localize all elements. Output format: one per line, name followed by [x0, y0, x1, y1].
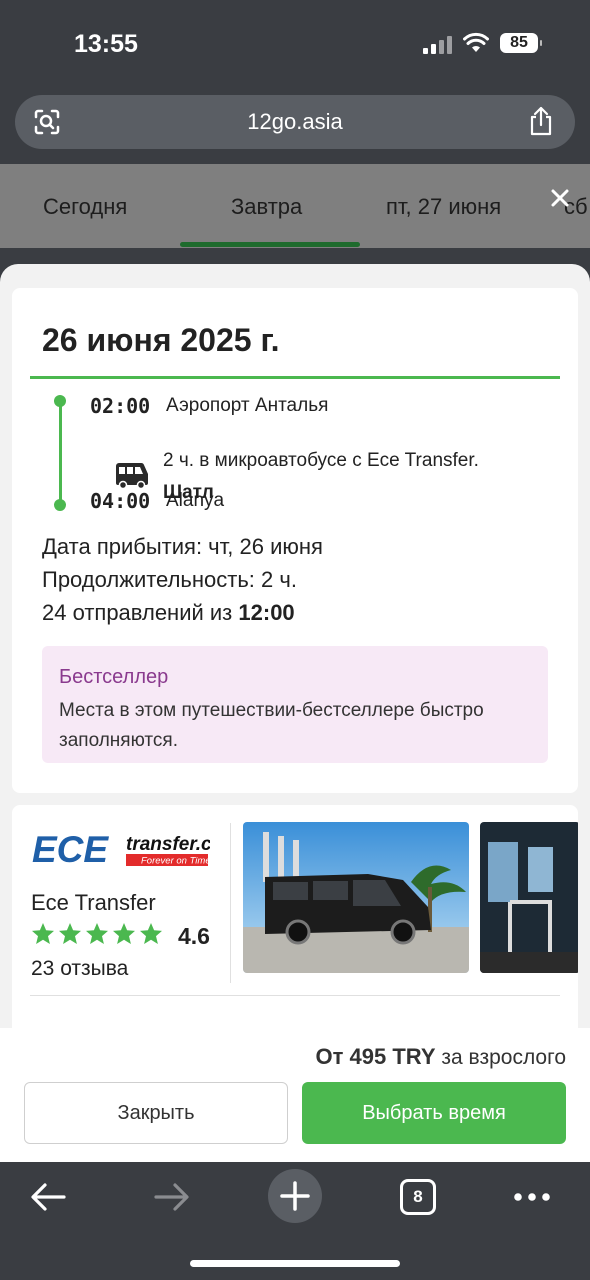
close-button[interactable]: Закрыть [24, 1082, 288, 1144]
close-icon[interactable] [548, 186, 572, 210]
departure-place: Аэропорт Анталья [166, 395, 329, 416]
star-icon [86, 923, 108, 944]
star-icon [59, 923, 81, 944]
duration: Продолжительность: 2 ч. [42, 567, 297, 592]
divider [30, 995, 560, 996]
booking-bar: От 495 TRY за взрослого Закрыть Выбрать … [0, 1028, 590, 1162]
status-bar: 13:55 85 [0, 0, 590, 90]
departures-prefix: 24 отправлений из [42, 600, 239, 625]
select-time-button[interactable]: Выбрать время [302, 1082, 566, 1144]
minibus-icon [116, 462, 148, 490]
vehicle-photo[interactable] [243, 822, 469, 973]
url-text[interactable]: 12go.asia [15, 109, 575, 135]
home-indicator [190, 1260, 400, 1267]
price-value: 495 TRY [349, 1044, 436, 1069]
browser-toolbar: 8 [0, 1162, 590, 1280]
star-icon [113, 923, 135, 944]
rating-value: 4.6 [178, 923, 210, 949]
reviews-count[interactable]: 23 отзыва [31, 957, 128, 981]
price-suffix: за взрослого [435, 1046, 566, 1069]
tab-friday[interactable]: пт, 27 июня [386, 194, 501, 220]
star-icon [140, 923, 162, 944]
status-time: 13:55 [74, 30, 138, 58]
logo-sub: transfer.com [126, 834, 210, 855]
bestseller-title: Бестселлер [59, 666, 169, 688]
operator-logo: ECE transfer.com Forever on Time [32, 831, 210, 869]
wifi-icon [463, 32, 489, 52]
arrival-date: Дата прибытия: чт, 26 июня [42, 534, 323, 559]
divider [30, 376, 560, 379]
price-prefix: От [315, 1044, 350, 1069]
timeline-start-dot [54, 395, 66, 407]
departures-time: 12:00 [238, 600, 295, 625]
vehicle-interior-photo[interactable] [480, 822, 578, 973]
signal-icon [423, 34, 453, 54]
bestseller-text: Места в этом путешествии-бестселлере быс… [59, 700, 484, 751]
tab-today[interactable]: Сегодня [43, 194, 127, 220]
tab-tomorrow[interactable]: Завтра [231, 194, 302, 220]
trip-card: 26 июня 2025 г. 02:00 Аэропорт Анталья 2… [12, 288, 578, 793]
tabs-count-button[interactable]: 8 [400, 1179, 436, 1215]
operator-name: Ece Transfer [31, 890, 156, 915]
bestseller-badge: Бестселлер Места в этом путешествии-бест… [42, 646, 548, 763]
back-arrow-icon[interactable] [30, 1182, 66, 1212]
more-icon[interactable] [514, 1192, 550, 1202]
arrival-time: 04:00 [90, 489, 151, 513]
share-icon[interactable] [527, 106, 555, 136]
departure-time: 02:00 [90, 394, 151, 418]
star-icon [32, 923, 54, 944]
logo-text: ECE [32, 831, 109, 869]
rating-stars [31, 922, 163, 948]
battery-indicator: 85 [500, 33, 542, 53]
departures-info: 24 отправлений из 12:00 [42, 600, 295, 626]
timeline-end-dot [54, 499, 66, 511]
address-bar[interactable]: 12go.asia [15, 95, 575, 149]
operator-card: ECE transfer.com Forever on Time Ece Tra… [12, 805, 578, 1045]
logo-tagline: Forever on Time [141, 856, 210, 867]
date-tabs: Сегодня Завтра пт, 27 июня сб [0, 164, 590, 248]
segment-description: 2 ч. в микроавтобусе с Ece Transfer. [163, 450, 479, 471]
new-tab-icon[interactable] [268, 1169, 322, 1223]
active-tab-indicator [180, 242, 360, 247]
divider [230, 823, 231, 983]
forward-arrow-icon[interactable] [154, 1182, 190, 1212]
price-info: От 495 TRY за взрослого [316, 1044, 566, 1070]
trip-date-title: 26 июня 2025 г. [42, 322, 280, 358]
arrival-place: Alanya [166, 490, 225, 511]
timeline-line [59, 400, 62, 506]
